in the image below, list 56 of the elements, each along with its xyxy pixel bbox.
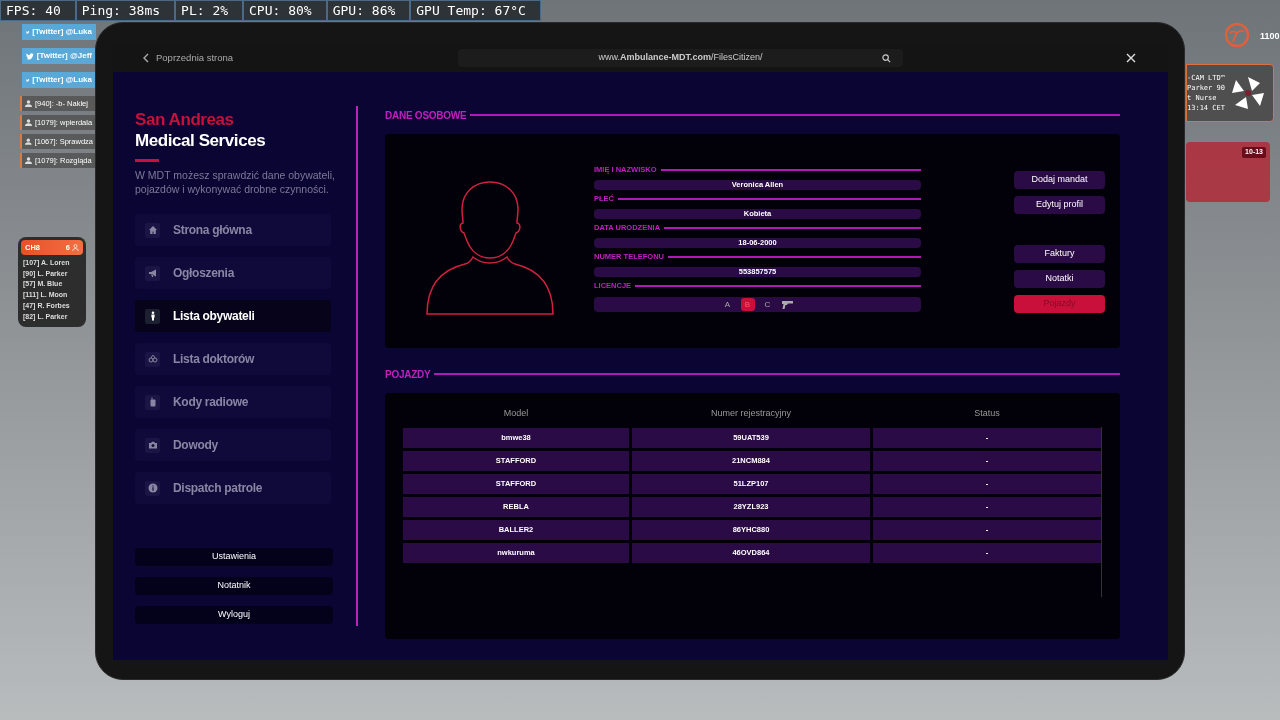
user-icon (72, 244, 79, 251)
profile-action-button[interactable]: Dodaj mandat (1014, 171, 1105, 189)
performance-stat: PL: 2% (175, 0, 244, 21)
bird-icon (26, 28, 30, 36)
nav-item[interactable]: Lista obywateli (135, 300, 331, 332)
profile-action-button[interactable]: Notatki (1014, 270, 1105, 288)
player-score: 1100 (1260, 30, 1280, 43)
nav-item[interactable]: Dispatch patrole (135, 472, 331, 504)
bird-icon (26, 52, 34, 60)
user-icon (25, 119, 32, 126)
sidebar-description: W MDT możesz sprawdzić dane obywateli, pojazdów i wykonywać drobne czynności. (135, 168, 336, 196)
url-text: www.Ambulance-MDT.com/FilesCitizen/ (598, 51, 763, 65)
nav-item[interactable]: Ogłoszenia (135, 257, 331, 289)
person-icon (145, 308, 160, 324)
section-title: POJAZDY (385, 367, 431, 382)
performance-stat: GPU Temp: 67°C (410, 0, 541, 21)
user-icon (25, 100, 32, 107)
licence-class-label: A (723, 298, 732, 311)
user-icon (25, 157, 32, 164)
sidebar-button[interactable]: Wyloguj (135, 606, 333, 624)
notification-text: [Twitter] @Luka (32, 26, 92, 38)
performance-stat: FPS: 40 (0, 0, 76, 21)
bird-icon (26, 76, 30, 84)
walkie-talkie-icon (145, 394, 160, 410)
sidebar-button[interactable]: Notatnik (135, 577, 333, 595)
megaphone-icon (145, 265, 160, 281)
column-header: Status (973, 407, 1001, 421)
close-icon[interactable] (1126, 53, 1136, 63)
profile-action-button[interactable]: Faktury (1014, 245, 1105, 263)
notification-text: [Twitter] @Luka (32, 74, 92, 86)
licence-class-label: C (763, 298, 772, 311)
sidebar-button[interactable]: Ustawienia (135, 548, 333, 566)
column-header: Numer rejestracyjny (710, 407, 792, 421)
performance-stat: Ping: 38ms (75, 0, 176, 21)
search-icon (882, 53, 891, 63)
nav-item[interactable]: Lista doktorów (135, 343, 331, 375)
glasses-icon (145, 351, 160, 367)
brand-title: Medical Services (135, 130, 267, 152)
back-link[interactable]: Poprzednia strona (143, 50, 234, 66)
column-header: Model (502, 407, 530, 421)
nav-item[interactable]: Dowody (135, 429, 331, 461)
notification-text: [Twitter] @Jeff (36, 50, 92, 62)
performance-stat: GPU: 86% (326, 0, 411, 21)
camera-icon (145, 437, 160, 453)
section-title: DANE OSOBOWE (385, 108, 467, 123)
info-icon (145, 480, 160, 496)
person-silhouette-icon (424, 179, 555, 315)
performance-stat: CPU: 80% (243, 0, 327, 21)
nav-item[interactable]: Kody radiowe (135, 386, 331, 418)
brand-subtitle: San Andreas (135, 110, 235, 130)
profile-action-button[interactable]: Edytuj profil (1014, 196, 1105, 214)
home-icon (145, 222, 160, 238)
user-icon (25, 138, 32, 145)
address-bar[interactable]: www.Ambulance-MDT.com/FilesCitizen/ (458, 49, 903, 67)
chevron-left-icon (143, 53, 149, 63)
nav-item[interactable]: Strona główna (135, 214, 331, 246)
